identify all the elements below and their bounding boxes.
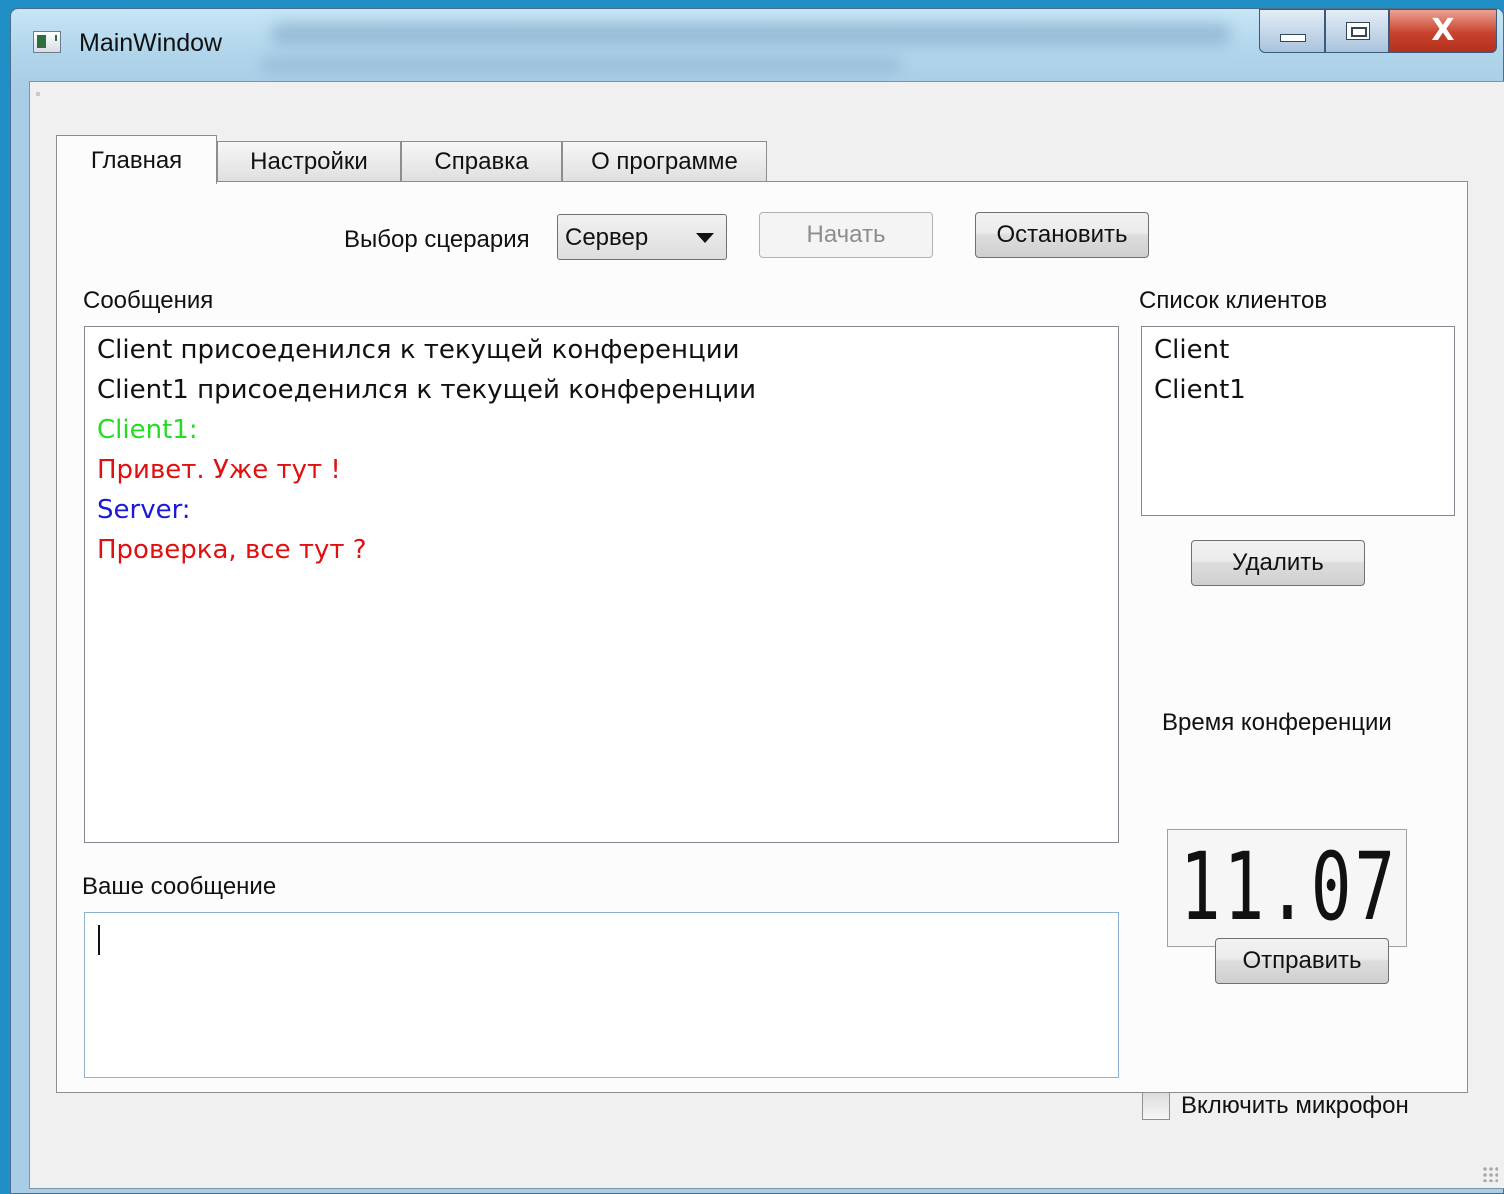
text-cursor [98,925,100,955]
list-item[interactable]: Client1 [1154,375,1246,405]
start-button[interactable]: Начать [759,212,933,258]
tab-help[interactable]: Справка [401,141,562,183]
message-line: Server: [97,495,191,525]
background-blur [261,57,901,73]
messages-area[interactable]: Client присоеденился к текущей конференц… [84,326,1119,843]
delete-button[interactable]: Удалить [1191,540,1365,586]
title-bar[interactable]: MainWindow X [11,9,1503,83]
resize-grip[interactable] [1482,1166,1498,1182]
close-button[interactable]: X [1389,9,1497,53]
scenario-select[interactable]: Сервер [557,214,727,260]
message-line: Проверка, все тут ? [97,535,367,565]
conference-time-display: 11.07 [1167,829,1407,947]
your-message-label: Ваше сообщение [82,873,277,900]
client-area: Главная Настройки Справка О программе Вы… [29,81,1504,1189]
toolbar-grip [36,92,40,96]
tab-main[interactable]: Главная [56,135,217,184]
conference-time-label: Время конференции [1162,709,1392,736]
window-title: MainWindow [79,29,223,57]
conference-time-value: 11.07 [1179,833,1398,942]
message-line: Client1 присоеденился к текущей конферен… [97,375,757,405]
tab-settings[interactable]: Настройки [217,141,401,183]
clients-label: Список клиентов [1139,287,1328,314]
message-line: Client1: [97,415,198,445]
message-line: Привет. Уже тут ! [97,455,341,485]
list-item[interactable]: Client [1154,335,1229,365]
send-button[interactable]: Отправить [1215,938,1389,984]
message-line: Client присоеденился к текущей конференц… [97,335,740,365]
maximize-button[interactable] [1325,9,1389,53]
app-window-icon [33,31,61,53]
microphone-label[interactable]: Включить микрофон [1181,1092,1409,1120]
message-input[interactable] [84,912,1119,1078]
main-window: MainWindow X Главная Настройки Справка О… [10,8,1504,1194]
minimize-button[interactable] [1259,9,1325,53]
close-icon: X [1431,13,1455,48]
main-tab-pane: Выбор сцерария Сервер Начать Остановить … [56,181,1468,1120]
background-blur [271,23,1231,45]
stop-button[interactable]: Остановить [975,212,1149,258]
scenario-label: Выбор сцерария [344,226,530,253]
minimize-icon [1280,34,1306,42]
tab-about[interactable]: О программе [562,141,767,183]
maximize-icon [1346,22,1370,40]
microphone-checkbox[interactable] [1142,1092,1170,1120]
clients-list[interactable]: Client Client1 [1141,326,1455,516]
dropdown-arrow-icon [696,233,714,243]
messages-label: Сообщения [83,287,214,314]
scenario-selected-value: Сервер [565,224,649,251]
